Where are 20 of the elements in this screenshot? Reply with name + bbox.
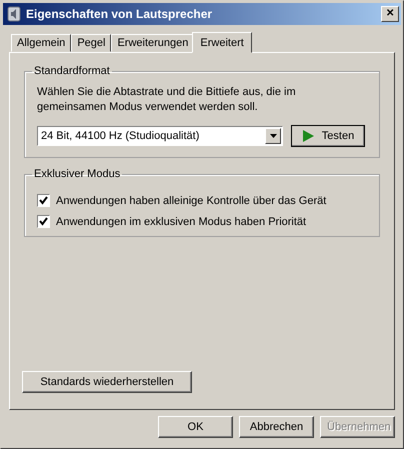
checkbox[interactable] — [37, 194, 50, 207]
tab[interactable]: Allgemein — [11, 34, 72, 52]
tab[interactable]: Erweitert — [192, 32, 252, 53]
close-button[interactable]: ✕ — [381, 6, 399, 22]
play-icon — [302, 130, 314, 142]
format-dropdown[interactable]: 24 Bit, 44100 Hz (Studioqualität) — [37, 126, 283, 146]
dialog-button[interactable]: Abbrechen — [239, 416, 314, 438]
tab[interactable]: Erweiterungen — [111, 34, 194, 52]
restore-defaults-button[interactable]: Standards wiederherstellen — [22, 371, 192, 393]
speaker-icon — [7, 6, 21, 22]
window-title: Eigenschaften von Lautsprecher — [26, 7, 214, 21]
dialog-button[interactable]: OK — [158, 416, 233, 438]
checkbox-label[interactable]: Anwendungen im exklusiven Modus haben Priorität — [56, 216, 306, 228]
checkbox[interactable] — [37, 215, 50, 228]
tab[interactable]: Pegel — [71, 34, 112, 52]
description-text: Wählen Sie die Abtastrate und die Bittiefe aus, die im gemeinsamen Modus verwendet werden soll. — [37, 85, 297, 115]
group-title: Exklusiver Modus — [33, 168, 122, 180]
group-title: Standardformat — [33, 65, 111, 77]
test-button[interactable]: Testen — [291, 125, 365, 147]
checkbox-label[interactable]: Anwendungen haben alleinige Kontrolle über das Gerät — [56, 194, 326, 206]
